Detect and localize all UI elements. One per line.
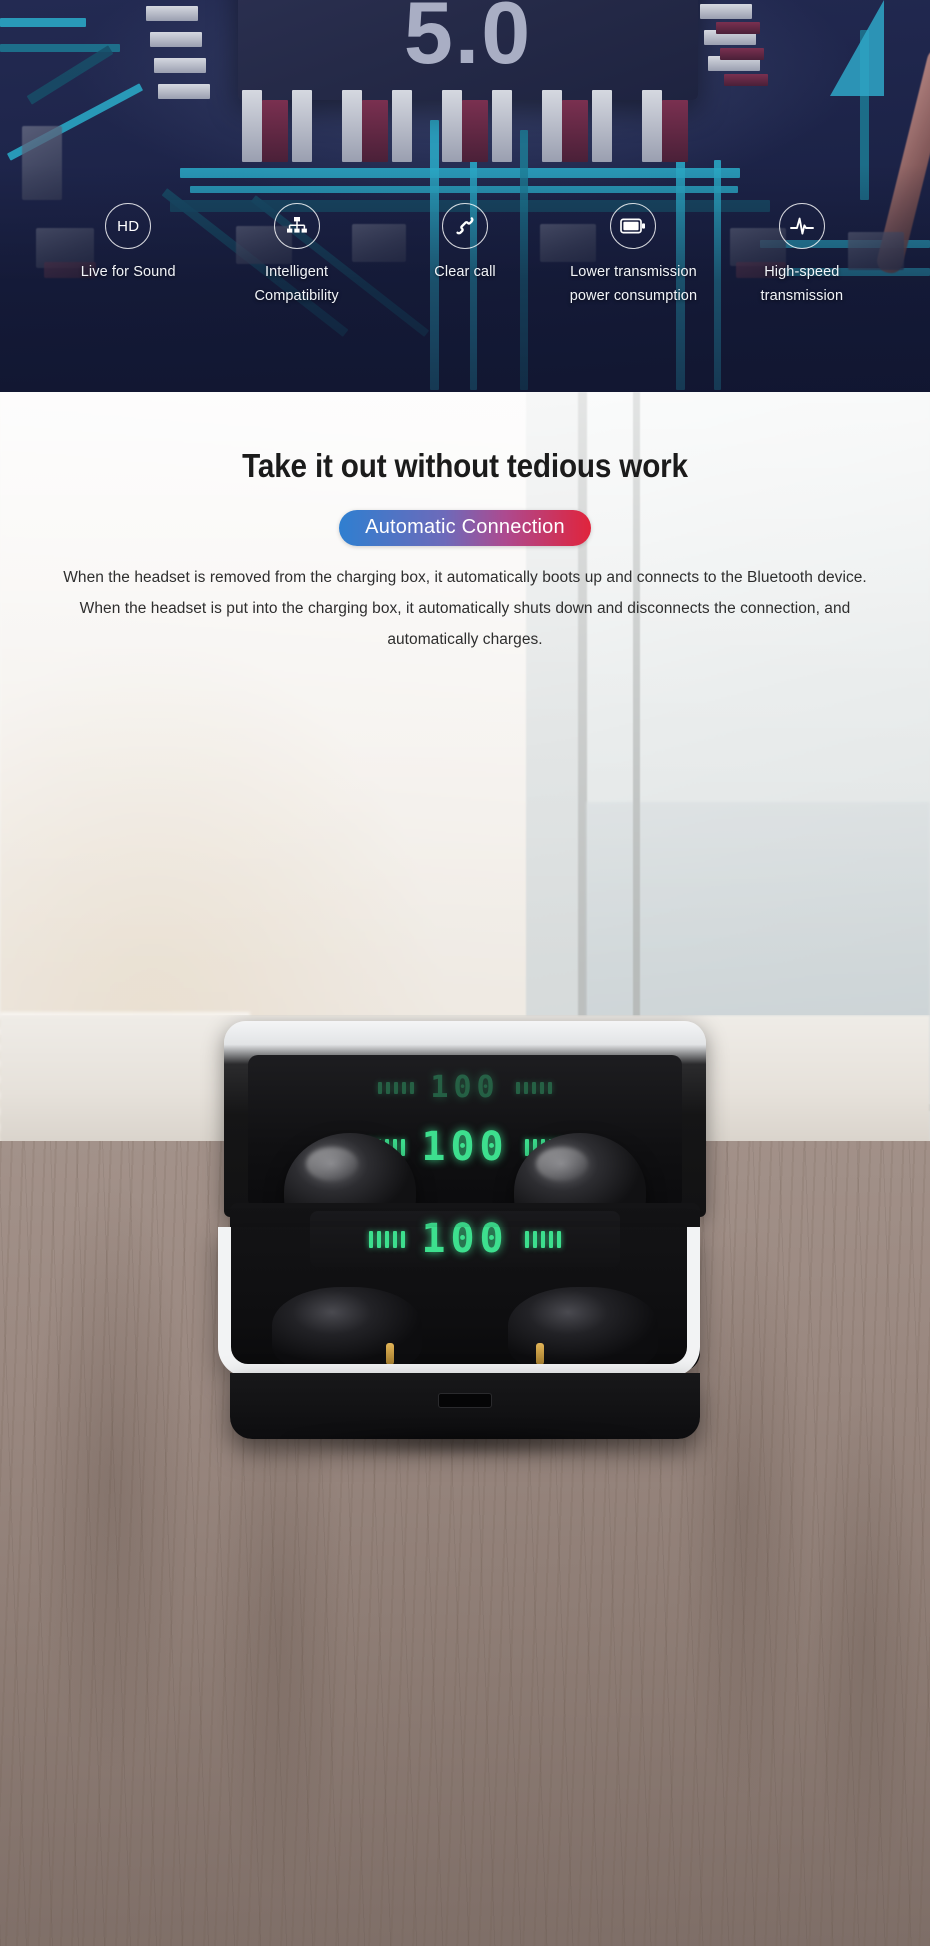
earbuds-charging-case: 100 100 100 — [218, 1021, 706, 1441]
earbud-gloss — [536, 1147, 588, 1181]
charging-case-white-rim — [218, 1227, 700, 1377]
sitemap-compatibility-icon — [273, 203, 320, 250]
battery-icon — [610, 203, 657, 250]
led-top-value: 100 — [430, 1070, 500, 1105]
led-display-top-reflection: 100 — [248, 1073, 682, 1103]
usb-port — [438, 1393, 492, 1408]
feature-item-high-speed: High-speed transmission — [718, 203, 886, 308]
earbud-gloss — [306, 1147, 358, 1181]
product-marketing-page: 5.0 — [0, 0, 930, 1946]
badge-container: Automatic Connection — [0, 510, 930, 546]
automatic-connection-badge: Automatic Connection — [339, 510, 591, 546]
feature-item-intelligent-compatibility: Intelligent Compatibility — [212, 203, 380, 308]
hero-overlay-veil — [0, 0, 930, 392]
hero-banner: 5.0 — [0, 0, 930, 392]
battery-bars-right — [515, 1082, 552, 1094]
section-headline: Take it out without tedious work — [242, 447, 688, 484]
feature-item-lower-power: Lower transmission power consumption — [549, 203, 717, 308]
led-main-value: 100 — [421, 1124, 509, 1170]
feature-item-live-for-sound: HD Live for Sound — [44, 203, 212, 308]
feature-label: High-speed transmission — [760, 264, 844, 304]
battery-bars-left — [378, 1082, 415, 1094]
feature-label: Live for Sound — [80, 264, 176, 281]
feature-label: Lower transmission power consumption — [569, 264, 698, 304]
product-photo-section: 100 100 100 — [0, 1015, 930, 1946]
pulse-waveform-icon — [778, 203, 825, 250]
feature-list: HD Live for Sound Intelligent Compatibil… — [0, 203, 930, 308]
section-body-text: When the headset is removed from the cha… — [63, 569, 867, 648]
hd-icon-label: HD — [117, 217, 140, 235]
feature-label: Intelligent Compatibility — [254, 264, 339, 304]
phone-handset-icon — [442, 203, 489, 250]
case-shadow — [206, 1419, 726, 1463]
hd-icon: HD — [105, 203, 152, 250]
feature-item-clear-call: Clear call — [381, 203, 549, 308]
feature-label: Clear call — [434, 264, 496, 281]
